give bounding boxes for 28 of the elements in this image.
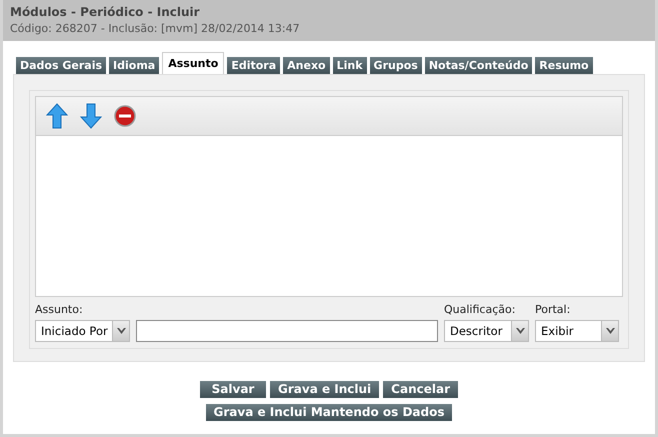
tab[interactable]: Notas/Conteúdo <box>424 57 532 74</box>
window-title: Módulos - Periódico - Incluir <box>10 5 201 19</box>
field-label: Portal: <box>535 303 572 316</box>
qualification-select[interactable]: Descritor <box>444 320 529 342</box>
down-arrow-icon[interactable] <box>80 103 102 129</box>
action-button[interactable]: Cancelar <box>383 381 458 398</box>
caret-icon <box>116 328 126 334</box>
caret-icon <box>606 328 614 334</box>
tab[interactable]: Grupos <box>370 57 422 74</box>
subject-input[interactable] <box>136 320 438 342</box>
field-label: Qualificação: <box>444 303 516 316</box>
tab[interactable]: Anexo <box>283 57 330 74</box>
up-arrow-icon[interactable] <box>46 103 68 129</box>
portal-select[interactable]: Exibir <box>535 320 619 342</box>
action-button[interactable]: Grava e Inclui Mantendo os Dados <box>206 404 452 421</box>
caret-icon <box>516 328 524 334</box>
action-button[interactable]: Grava e Inclui <box>270 381 380 398</box>
action-button[interactable]: Salvar <box>200 381 266 398</box>
tab[interactable]: Editora <box>227 57 280 74</box>
tab[interactable]: Resumo <box>535 57 593 74</box>
tab[interactable]: Dados Gerais <box>16 57 106 74</box>
tab[interactable]: Assunto <box>162 52 224 74</box>
record-info: Código: 268207 - Inclusão: [mvm] 28/02/2014 13:47 <box>10 22 301 35</box>
tab[interactable]: Idioma <box>109 57 160 74</box>
match-mode-select[interactable]: Iniciado Por <box>35 320 130 342</box>
field-label: Assunto: <box>35 303 84 316</box>
tab[interactable]: Link <box>332 57 367 74</box>
remove-icon[interactable] <box>114 105 136 127</box>
